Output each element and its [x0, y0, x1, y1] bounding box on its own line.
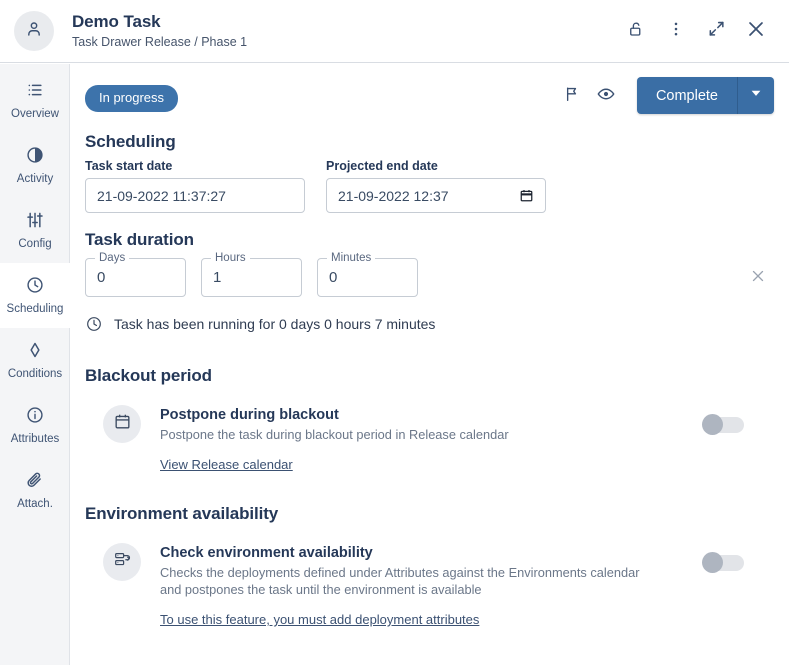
environment-heading: Environment availability: [85, 504, 279, 523]
unlock-icon: [627, 20, 645, 43]
environment-feature-icon-wrap: [103, 543, 141, 581]
drawer-header: Demo Task Task Drawer Release / Phase 1: [0, 0, 789, 63]
running-time-text: Task has been running for 0 days 0 hours…: [114, 316, 436, 332]
duration-days-value: 0: [97, 269, 106, 286]
header-actions: [625, 20, 767, 42]
close-icon: [745, 18, 767, 45]
close-drawer[interactable]: [745, 20, 767, 42]
projected-end-date-input[interactable]: 21-09-2022 12:37: [326, 178, 546, 213]
duration-hours-value: 1: [213, 269, 222, 286]
sidebar-item-attributes[interactable]: Attributes: [0, 393, 70, 458]
clear-duration-button[interactable]: [747, 267, 769, 289]
environment-feature-title: Check environment availability: [160, 545, 373, 561]
complete-dropdown-toggle[interactable]: [738, 77, 774, 114]
complete-button[interactable]: Complete: [636, 77, 774, 114]
sidebar-item-label: Scheduling: [6, 303, 64, 315]
page-title: Demo Task: [72, 11, 161, 31]
toggle-thumb: [702, 414, 723, 435]
info-icon: [25, 405, 45, 430]
panel-toolbar: In progress Complete: [71, 64, 789, 132]
sidebar-item-activity[interactable]: Activity: [0, 133, 70, 198]
calendar-icon[interactable]: [519, 188, 534, 203]
blackout-heading: Blackout period: [85, 366, 212, 385]
blackout-feature-text: Postpone during blackout Postpone the ta…: [160, 405, 774, 474]
running-time-row: Task has been running for 0 days 0 hours…: [85, 315, 774, 333]
flag-button[interactable]: [555, 79, 589, 113]
projected-end-date-label: Projected end date: [326, 159, 438, 173]
sidebar: Overview Activity Config Scheduling Cond…: [0, 64, 70, 665]
sidebar-item-label: Config: [18, 238, 52, 250]
blackout-toggle[interactable]: [702, 414, 746, 435]
expand-drawer[interactable]: [705, 20, 727, 42]
sidebar-item-scheduling[interactable]: Scheduling: [0, 263, 70, 328]
blackout-feature-icon-wrap: [103, 405, 141, 443]
projected-end-date-value: 21-09-2022 12:37: [338, 187, 449, 204]
blackout-feature-description: Postpone the task during blackout period…: [160, 427, 509, 442]
view-release-calendar-link[interactable]: View Release calendar: [160, 457, 293, 472]
person-icon: [24, 19, 44, 44]
environment-toggle[interactable]: [702, 552, 746, 573]
expand-icon: [707, 19, 726, 43]
task-duration-heading: Task duration: [85, 230, 194, 249]
toolbar-actions: Complete: [555, 77, 774, 114]
projected-end-date-field: Projected end date 21-09-2022 12:37: [326, 159, 546, 213]
close-icon: [749, 267, 767, 290]
toggle-thumb: [702, 552, 723, 573]
task-start-date-input[interactable]: 21-09-2022 11:37:27: [85, 178, 305, 213]
duration-hours-input[interactable]: Hours 1: [201, 252, 302, 297]
list-icon: [25, 80, 45, 105]
task-start-date-field: Task start date 21-09-2022 11:37:27: [85, 159, 305, 213]
task-start-date-value: 21-09-2022 11:37:27: [97, 187, 226, 204]
duration-minutes-label: Minutes: [327, 252, 376, 264]
environment-feature-text: Check environment availability Checks th…: [160, 543, 774, 629]
task-duration-row: Days 0 Hours 1 Minutes 0: [85, 252, 774, 297]
sidebar-item-overview[interactable]: Overview: [0, 68, 70, 133]
lock-toggle[interactable]: [625, 20, 647, 42]
blackout-feature-title: Postpone during blackout: [160, 407, 339, 423]
more-menu[interactable]: [665, 20, 687, 42]
header-titles: Demo Task Task Drawer Release / Phase 1: [72, 12, 625, 51]
sidebar-item-label: Conditions: [7, 368, 63, 380]
task-drawer: Demo Task Task Drawer Release / Phase 1: [0, 0, 789, 665]
clock-icon: [85, 315, 103, 333]
more-vertical-icon: [667, 20, 685, 43]
scheduling-heading: Scheduling: [85, 132, 176, 151]
sidebar-item-conditions[interactable]: Conditions: [0, 328, 70, 393]
watch-button[interactable]: [589, 79, 623, 113]
diamond-icon: [25, 340, 45, 365]
status-badge[interactable]: In progress: [85, 84, 179, 112]
environment-feature-row: Check environment availability Checks th…: [85, 543, 774, 629]
complete-button-label: Complete: [637, 77, 738, 114]
duration-days-label: Days: [95, 252, 130, 264]
date-fields-row: Task start date 21-09-2022 11:37:27 Proj…: [85, 159, 774, 213]
scheduling-section: Scheduling Task start date 21-09-2022 11…: [71, 132, 789, 629]
chevron-down-icon: [749, 86, 763, 105]
sidebar-item-label: Attach.: [17, 498, 53, 510]
environment-feature-description: Checks the deployments defined under Att…: [160, 565, 640, 597]
sidebar-item-label: Activity: [16, 173, 54, 185]
duration-minutes-input[interactable]: Minutes 0: [317, 252, 418, 297]
duration-days-input[interactable]: Days 0: [85, 252, 186, 297]
pie-clock-icon: [25, 145, 45, 170]
breadcrumb: Task Drawer Release / Phase 1: [72, 34, 248, 49]
duration-hours-label: Hours: [211, 252, 250, 264]
sidebar-item-config[interactable]: Config: [0, 198, 70, 263]
sliders-icon: [25, 210, 45, 235]
server-icon: [113, 550, 132, 574]
clock-icon: [25, 275, 45, 300]
scheduling-panel: In progress Complete Scheduling Task sta…: [71, 64, 789, 665]
avatar: [14, 11, 54, 51]
eye-icon: [596, 84, 616, 109]
sidebar-item-label: Overview: [11, 108, 59, 120]
task-start-date-label: Task start date: [85, 159, 173, 173]
sidebar-item-attachments[interactable]: Attach.: [0, 458, 70, 523]
sidebar-item-label: Attributes: [10, 433, 60, 445]
flag-icon: [563, 85, 581, 108]
blackout-feature-row: Postpone during blackout Postpone the ta…: [85, 405, 774, 474]
paperclip-icon: [25, 470, 45, 495]
add-deployment-attributes-link[interactable]: To use this feature, you must add deploy…: [160, 612, 479, 627]
duration-minutes-value: 0: [329, 269, 338, 286]
calendar-icon: [113, 412, 132, 436]
